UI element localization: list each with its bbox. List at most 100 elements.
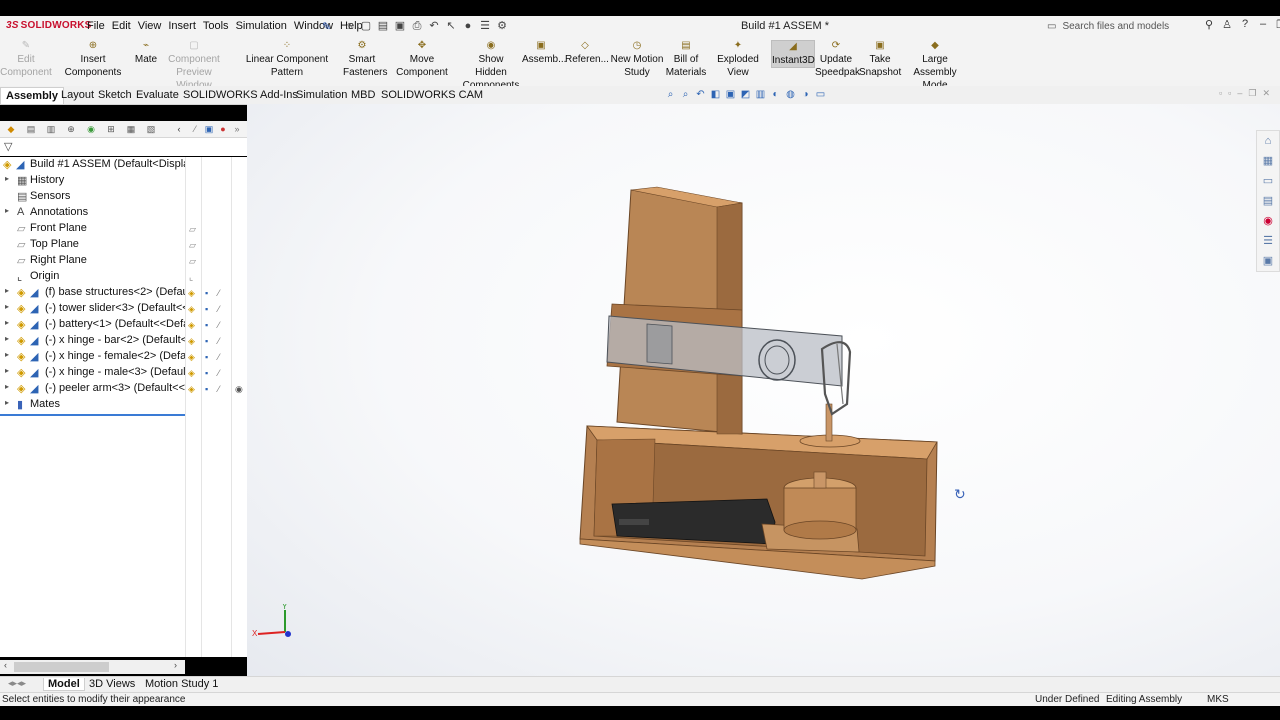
cam-tab-icon[interactable]: ⊞ [104, 122, 118, 136]
display-part-icon[interactable]: ◈ [188, 319, 195, 331]
scroll-thumb[interactable] [14, 662, 109, 672]
appearances-icon[interactable]: ◉ [1257, 211, 1279, 231]
appearance-icon[interactable]: ● [216, 122, 230, 136]
dynamic-annotation-icon[interactable]: ▣ [724, 88, 737, 101]
menu-view[interactable]: View [138, 20, 162, 32]
menu-insert[interactable]: Insert [168, 20, 196, 32]
tree-rollback-bar[interactable] [0, 414, 185, 416]
file-explorer-icon[interactable]: ▭ [1257, 171, 1279, 191]
tree-item-history[interactable]: ▸ ▦ History [0, 173, 185, 189]
expand-arrow-icon[interactable]: ▸ [5, 206, 9, 215]
pin-menu-icon[interactable]: ✎ [322, 20, 331, 33]
tree-item-x-hinge-male[interactable]: ▸ ◈ ◢ (-) x hinge - male<3> (Default< [0, 365, 185, 381]
view-settings-icon[interactable]: ▭ [814, 88, 827, 101]
vp-minimize-icon[interactable]: – [1237, 88, 1242, 99]
collapse-left-icon[interactable]: ‹ [172, 122, 186, 136]
appearance-swatch-icon[interactable]: ⁄ [218, 383, 220, 395]
vp-close-icon[interactable]: ✕ [1262, 88, 1270, 99]
ribbon-button-take-snapshot[interactable]: ▣ Take Snapshot [859, 40, 901, 79]
expand-arrow-icon[interactable]: ▸ [5, 350, 9, 359]
appearance-swatch-icon[interactable]: ⁄ [218, 367, 220, 379]
tree-filter[interactable]: ▽ [0, 138, 247, 156]
display-part-icon[interactable]: ◈ [188, 351, 195, 363]
hide-show-icon[interactable]: ▱ [189, 223, 196, 235]
restore-icon[interactable]: ❐ [1275, 18, 1280, 31]
display-mode-icon[interactable]: ▪ [205, 335, 208, 347]
ribbon-button-instant3d[interactable]: ◢ Instant3D [771, 40, 815, 68]
display-part-icon[interactable]: ◈ [188, 335, 195, 347]
display-part-icon[interactable]: ◈ [188, 367, 195, 379]
view-palette-icon[interactable]: ▤ [1257, 191, 1279, 211]
view-orientation-icon[interactable]: ◩ [739, 88, 752, 101]
help-icon[interactable]: ? [1239, 18, 1251, 31]
tab-solidworks-add-ins[interactable]: SOLIDWORKS Add-Ins [178, 87, 303, 103]
tab-solidworks-cam[interactable]: SOLIDWORKS CAM [376, 87, 488, 103]
home-icon[interactable]: ⌂ [342, 18, 356, 34]
tree-item-x-hinge-female[interactable]: ▸ ◈ ◢ (-) x hinge - female<2> (Defaul [0, 349, 185, 365]
tree-item-base-structures[interactable]: ▸ ◈ ◢ (f) base structures<2> (Default< [0, 285, 185, 301]
tab-3d-views[interactable]: 3D Views [85, 678, 139, 690]
tree-item-sensors[interactable]: ▤ Sensors [0, 189, 185, 205]
select-icon[interactable]: ↖ [444, 18, 458, 34]
ribbon-button-mate[interactable]: ⌁ Mate [134, 40, 158, 66]
tab-simulation[interactable]: Simulation [291, 87, 352, 103]
hide-show-icon[interactable]: ▱ [189, 255, 196, 267]
display-mode-icon[interactable]: ▪ [205, 383, 208, 395]
appearance-swatch-icon[interactable]: ⁄ [218, 303, 220, 315]
solidworks-resources-icon[interactable]: ⌂ [1257, 131, 1279, 151]
ribbon-button-component-preview-window[interactable]: ▢Component Preview Window [158, 40, 230, 92]
appearance-swatch-icon[interactable]: ⁄ [218, 287, 220, 299]
expand-arrow-icon[interactable]: ▸ [5, 334, 9, 343]
expand-arrow-icon[interactable]: ▸ [5, 174, 9, 183]
configuration-manager-tab-icon[interactable]: ▥ [44, 122, 58, 136]
tree-item-origin[interactable]: ⌞ Origin [0, 269, 185, 285]
display-style-icon[interactable]: ▥ [754, 88, 767, 101]
new-document-icon[interactable]: ▢ [359, 18, 373, 34]
transparency-eye-icon[interactable]: ◉ [235, 383, 243, 395]
tree-item-battery[interactable]: ▸ ◈ ◢ (-) battery<1> (Default<<Defau [0, 317, 185, 333]
display-part-icon[interactable]: ◈ [188, 383, 195, 395]
display-mode-icon[interactable]: ▪ [205, 287, 208, 299]
print-icon[interactable]: ⎙ [410, 18, 424, 34]
hide-show-icon[interactable]: ⌞ [189, 271, 193, 283]
scroll-right-icon[interactable]: › [174, 660, 177, 670]
cam-operations-tab-icon[interactable]: ▦ [124, 122, 138, 136]
display-manager-tab-icon[interactable]: ◉ [84, 122, 98, 136]
vp-split-icon[interactable]: ▫ [1219, 88, 1222, 99]
tree-item-annotations[interactable]: ▸ A Annotations [0, 205, 185, 221]
open-icon[interactable]: ▤ [376, 18, 390, 34]
tab-assembly[interactable]: Assembly [0, 87, 64, 104]
scroll-left-icon[interactable]: ‹ [4, 660, 7, 670]
expand-arrow-icon[interactable]: ▸ [5, 398, 9, 407]
options-gear-icon[interactable]: ⚙ [495, 18, 509, 34]
display-mode-icon[interactable]: ▪ [205, 319, 208, 331]
menu-simulation[interactable]: Simulation [236, 20, 287, 32]
display-mode-icon[interactable]: ▪ [205, 351, 208, 363]
menu-file[interactable]: File [87, 20, 105, 32]
edit-appearance-icon[interactable]: ◍ [784, 88, 797, 101]
search-input[interactable]: Search files and models [1062, 21, 1169, 32]
design-library-icon[interactable]: ▦ [1257, 151, 1279, 171]
display-part-icon[interactable]: ◈ [188, 303, 195, 315]
minimize-icon[interactable]: – [1257, 18, 1269, 31]
ribbon-button-linear-component-pattern[interactable]: ⁘ Linear Component Pattern [231, 40, 343, 79]
search-area[interactable]: ▭ Search files and models [1047, 18, 1197, 35]
display-part-icon[interactable]: ◈ [188, 287, 195, 299]
apply-scene-icon[interactable]: ◑ [799, 88, 812, 101]
ribbon-button-assemb[interactable]: ▣ Assemb... [522, 40, 566, 66]
zoom-to-fit-icon[interactable]: ⌕ [664, 88, 677, 101]
file-properties-icon[interactable]: ☰ [478, 18, 492, 34]
vp-restore-icon[interactable]: ❐ [1248, 88, 1256, 99]
ribbon-button-smart-fasteners[interactable]: ⚙ Smart Fasteners [343, 40, 387, 79]
tree-item-mates[interactable]: ▸ ▮ Mates [0, 397, 185, 413]
scene-icon[interactable]: ▣ [202, 122, 216, 136]
undo-icon[interactable]: ↶ [427, 18, 441, 34]
tree-item-right-plane[interactable]: ▱ Right Plane [0, 253, 185, 269]
property-manager-tab-icon[interactable]: ▤ [24, 122, 38, 136]
ribbon-button-show-hidden-components[interactable]: ◉Show Hidden Components [462, 40, 520, 92]
ribbon-button-referen[interactable]: ◇ Referen... [565, 40, 609, 66]
tab-motion-study-1[interactable]: Motion Study 1 [141, 678, 222, 690]
hide-show-icon[interactable]: ▱ [189, 239, 196, 251]
menu-tools[interactable]: Tools [203, 20, 229, 32]
save-icon[interactable]: ▣ [393, 18, 407, 34]
